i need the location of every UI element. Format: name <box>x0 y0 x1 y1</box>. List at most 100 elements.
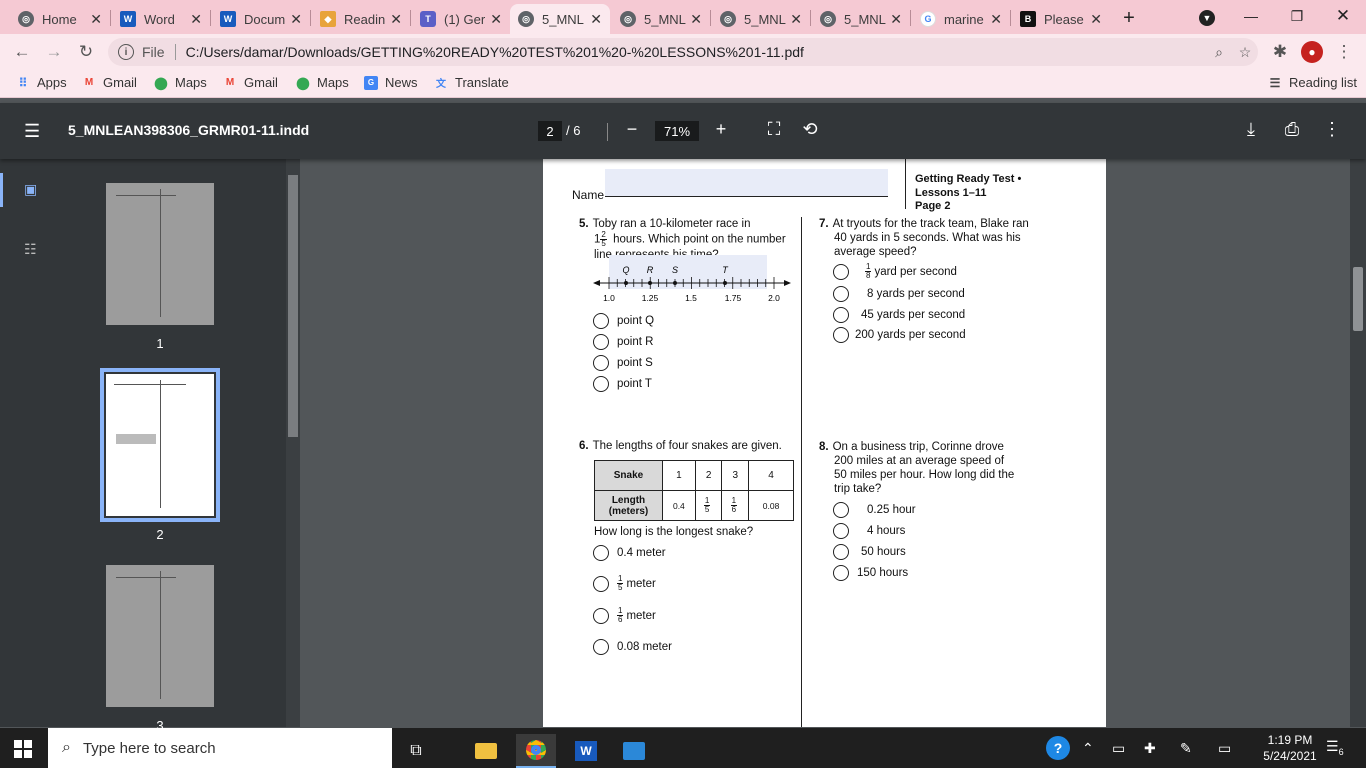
scrollbar-thumb[interactable] <box>1353 267 1363 331</box>
close-icon[interactable]: ✕ <box>1090 11 1102 28</box>
gift-icon[interactable]: ✚ <box>1144 740 1156 757</box>
page-number-input[interactable]: 2 <box>538 121 562 141</box>
minimize-icon[interactable]: — <box>1228 0 1274 32</box>
page-thumbnail-1[interactable] <box>106 183 214 325</box>
bookmark-translate[interactable]: 文 Translate <box>434 75 509 90</box>
option-point-s[interactable]: point S <box>593 355 653 371</box>
tab-google-search[interactable]: Gmarine ✕ <box>912 4 1010 34</box>
radio-button[interactable] <box>833 502 849 518</box>
radio-button[interactable] <box>833 307 849 323</box>
close-icon[interactable]: ✕ <box>490 11 502 28</box>
page-thumbnail-3[interactable] <box>106 565 214 707</box>
more-options-icon[interactable]: ⋮ <box>1320 119 1344 140</box>
bookmark-news[interactable]: G News <box>364 75 418 90</box>
close-icon[interactable]: ✕ <box>90 11 102 28</box>
option-one-fifth-meter[interactable]: 1 5 meter <box>593 575 656 592</box>
option-point-r[interactable]: point R <box>593 334 653 350</box>
radio-button[interactable] <box>593 376 609 392</box>
option-point-q[interactable]: point Q <box>593 313 654 329</box>
pen-icon[interactable]: ✎ <box>1180 740 1192 757</box>
photos-taskbar-icon[interactable] <box>614 734 654 768</box>
zoom-input[interactable]: 71% <box>655 121 699 141</box>
option-0-4-meter[interactable]: 0.4 meter <box>593 545 666 561</box>
close-icon[interactable]: ✕ <box>590 11 602 28</box>
task-view-icon[interactable]: ⧉ <box>396 734 436 768</box>
window-close-icon[interactable]: ✕ <box>1320 0 1366 32</box>
info-icon[interactable]: i <box>118 44 134 60</box>
word-taskbar-icon[interactable]: W <box>566 734 606 768</box>
radio-button[interactable] <box>833 286 849 302</box>
reading-list-button[interactable]: ☰ Reading list <box>1268 75 1357 90</box>
scrollbar-thumb[interactable] <box>288 175 298 437</box>
thumbnails-icon[interactable]: ▣ <box>24 181 42 197</box>
restore-icon[interactable]: ❐ <box>1274 0 1320 32</box>
close-icon[interactable]: ✕ <box>890 11 902 28</box>
forward-icon[interactable]: → <box>42 40 66 64</box>
fit-page-icon[interactable]: ⛶ <box>762 119 786 140</box>
radio-button[interactable] <box>593 639 609 655</box>
tab-pdf-3[interactable]: ◎ 5_MNL ✕ <box>712 4 810 34</box>
bookmark-apps[interactable]: ⠿ Apps <box>16 75 67 90</box>
menu-icon[interactable]: ☰ <box>24 121 40 142</box>
url-text[interactable]: C:/Users/damar/Downloads/GETTING%20READY… <box>186 44 1206 60</box>
bookmark-star-icon[interactable]: ☆ <box>1232 44 1258 61</box>
option-one-eighth-yard[interactable]: 1 8 yard per second <box>833 263 957 280</box>
tab-document[interactable]: W Docum ✕ <box>212 4 310 34</box>
close-icon[interactable]: ✕ <box>690 11 702 28</box>
print-icon[interactable]: ⎙ <box>1280 119 1304 140</box>
notifications-icon[interactable]: ☰6 <box>1326 738 1344 757</box>
tab-pdf-4[interactable]: ◎ 5_MNL ✕ <box>812 4 910 34</box>
radio-button[interactable] <box>833 523 849 539</box>
close-icon[interactable]: ✕ <box>990 11 1002 28</box>
clock[interactable]: 1:19 PM 5/24/2021 <box>1256 732 1324 764</box>
battery-icon[interactable]: ▭ <box>1112 740 1125 757</box>
main-scrollbar[interactable] <box>1350 159 1366 727</box>
taskbar-search[interactable]: ⌕ Type here to search <box>48 728 392 768</box>
radio-button[interactable] <box>833 565 849 581</box>
option-200-yards[interactable]: 200 yards per second <box>833 327 966 343</box>
option-point-t[interactable]: point T <box>593 376 652 392</box>
help-icon[interactable]: ? <box>1046 736 1070 760</box>
option-8-yards[interactable]: 8 yards per second <box>833 286 965 302</box>
option-150-hours[interactable]: 150 hours <box>833 565 908 581</box>
chrome-taskbar-icon[interactable] <box>516 734 556 768</box>
file-explorer-icon[interactable] <box>466 734 506 768</box>
chevron-up-icon[interactable]: ⌃ <box>1082 740 1094 757</box>
option-50-hours[interactable]: 50 hours <box>833 544 906 560</box>
zoom-icon[interactable]: ⌕ <box>1206 44 1232 61</box>
bookmark-maps-2[interactable]: ⬤ Maps <box>296 75 349 90</box>
new-tab-icon[interactable]: + <box>1106 2 1152 34</box>
address-bar[interactable]: i File C:/Users/damar/Downloads/GETTING%… <box>108 38 1258 66</box>
radio-button[interactable] <box>593 313 609 329</box>
sidebar-scrollbar[interactable] <box>286 159 300 727</box>
avatar[interactable]: ● <box>1300 40 1324 64</box>
zoom-in-icon[interactable]: + <box>709 119 733 140</box>
bookmark-gmail-2[interactable]: M Gmail <box>223 75 278 90</box>
tab-teams[interactable]: T (1) Ger ✕ <box>412 4 510 34</box>
radio-button[interactable] <box>593 607 609 624</box>
option-0-08-meter[interactable]: 0.08 meter <box>593 639 672 655</box>
close-icon[interactable]: ✕ <box>390 11 402 28</box>
close-icon[interactable]: ✕ <box>790 11 802 28</box>
radio-button[interactable] <box>833 263 849 280</box>
page-thumbnail-2[interactable] <box>106 374 214 516</box>
zoom-out-icon[interactable]: − <box>620 119 644 140</box>
option-0-25-hour[interactable]: 0.25 hour <box>833 502 916 518</box>
tab-pdf-active[interactable]: ◎ 5_MNL ✕ <box>510 4 610 34</box>
radio-button[interactable] <box>593 334 609 350</box>
close-icon[interactable]: ✕ <box>290 11 302 28</box>
radio-button[interactable] <box>593 545 609 561</box>
tab-brainly[interactable]: B Please ✕ <box>1012 4 1110 34</box>
option-4-hours[interactable]: 4 hours <box>833 523 905 539</box>
bookmark-maps[interactable]: ⬤ Maps <box>154 75 207 90</box>
reload-icon[interactable]: ↻ <box>74 40 98 64</box>
tab-search-icon[interactable]: ▼ <box>1184 2 1230 34</box>
extensions-icon[interactable]: ✱ <box>1268 40 1292 64</box>
option-45-yards[interactable]: 45 yards per second <box>833 307 965 323</box>
more-menu-icon[interactable]: ⋮ <box>1332 40 1356 64</box>
tab-word[interactable]: W Word ✕ <box>112 4 210 34</box>
back-icon[interactable]: ← <box>10 40 34 64</box>
windows-start-icon[interactable] <box>14 740 32 758</box>
outline-icon[interactable]: ☷ <box>24 241 42 257</box>
tab-pdf-2[interactable]: ◎ 5_MNL ✕ <box>612 4 710 34</box>
